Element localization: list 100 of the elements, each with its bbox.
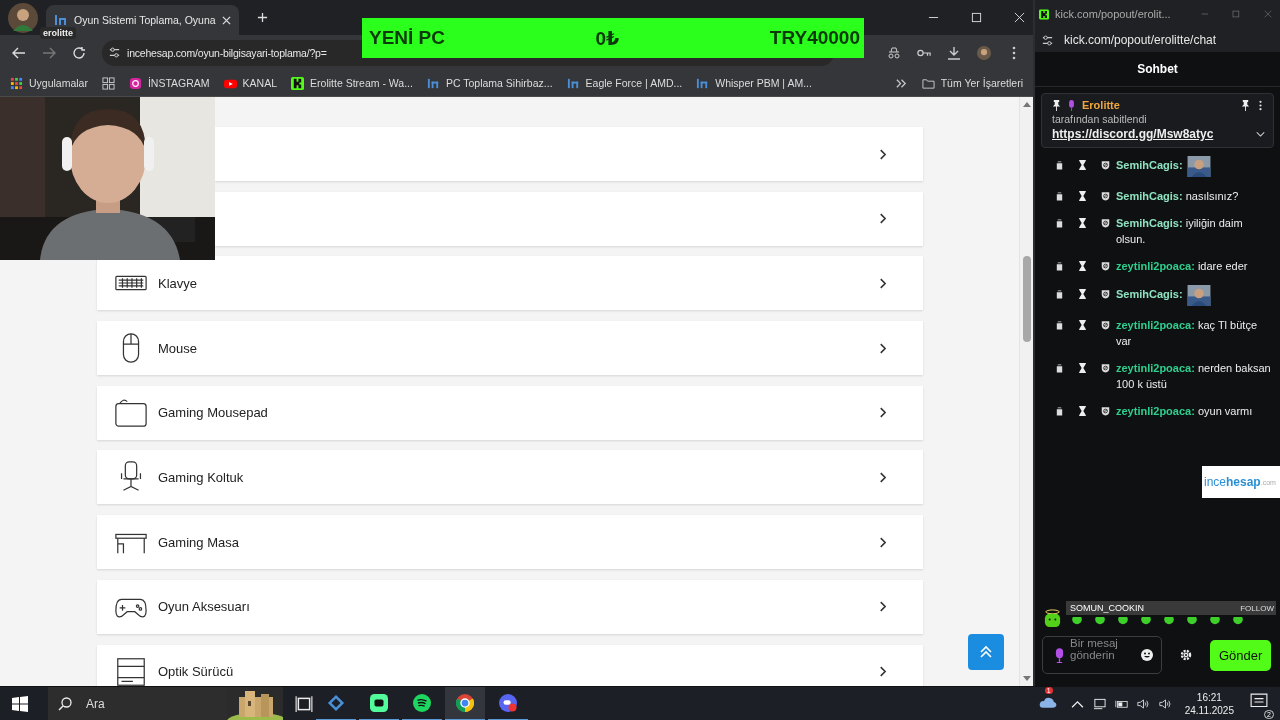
clock-time[interactable]: 16:21 <box>1196 691 1222 704</box>
hourglass-icon[interactable] <box>1078 191 1087 201</box>
delete-icon[interactable] <box>1055 289 1064 300</box>
delete-icon[interactable] <box>1055 261 1064 271</box>
kick-icon <box>1039 7 1050 21</box>
category-row[interactable]: Gaming Koltuk <box>97 450 923 505</box>
ban-icon[interactable] <box>1101 160 1110 171</box>
avatar-icon[interactable] <box>8 2 38 33</box>
emote-icon[interactable] <box>1070 617 1084 625</box>
delete-icon[interactable] <box>1055 320 1064 330</box>
chat-message: zeytinli2poaca: idare eder <box>1116 259 1249 274</box>
chevron-up-icon[interactable] <box>1070 698 1084 710</box>
emote-icon[interactable] <box>1162 617 1176 625</box>
ban-icon[interactable] <box>1101 363 1110 373</box>
chevron-icon <box>879 601 886 613</box>
hourglass-icon[interactable] <box>1078 289 1087 300</box>
category-row[interactable]: Optik Sürücü <box>97 644 923 686</box>
chevron-icon <box>879 148 886 160</box>
delete-icon[interactable] <box>1055 191 1064 201</box>
emote-icon[interactable] <box>1208 617 1222 625</box>
delete-icon[interactable] <box>1055 363 1064 373</box>
reload-icon[interactable] <box>72 45 86 60</box>
emoji-icon[interactable] <box>1141 649 1153 661</box>
message-input[interactable]: Bir mesaj gönderin <box>1070 637 1135 673</box>
emote-icon[interactable] <box>1139 617 1153 625</box>
category-row[interactable]: Mouse <box>97 321 923 376</box>
category-row[interactable]: Gaming Masa <box>97 515 923 570</box>
category-row[interactable]: Oyun Aksesuarı <box>97 579 923 634</box>
monitor-icon[interactable] <box>1092 698 1106 710</box>
hourglass-icon[interactable] <box>1078 406 1087 416</box>
start-icon[interactable] <box>12 696 28 712</box>
emote-icon[interactable] <box>1116 617 1130 625</box>
back-icon[interactable] <box>12 45 26 60</box>
message-field[interactable]: Bir mesaj gönderin <box>1042 636 1162 674</box>
hourglass-icon[interactable] <box>1078 218 1087 228</box>
bookmark[interactable]: Uygulamalar <box>10 76 88 90</box>
diamond-app-icon[interactable] <box>327 694 345 712</box>
search-field[interactable]: Ara <box>48 687 283 720</box>
speaker-icon[interactable] <box>1158 698 1172 710</box>
bookmark[interactable]: Eagle Force | AMD... <box>566 76 683 90</box>
bookmark[interactable]: PC Toplama Sihirbaz... <box>426 76 553 90</box>
emote-icon[interactable] <box>1185 617 1199 625</box>
music-app-icon[interactable] <box>413 694 431 712</box>
forward-icon[interactable] <box>42 45 56 60</box>
bookmark[interactable]: Whisper PBM | AM... <box>696 76 812 90</box>
delete-icon[interactable] <box>1055 218 1064 228</box>
bookmark[interactable]: KANAL <box>223 76 278 90</box>
site-settings-icon[interactable] <box>108 46 121 59</box>
scrollbar-thumb[interactable] <box>1022 256 1031 342</box>
hourglass-icon[interactable] <box>1078 363 1087 373</box>
window-title: kick.com/popout/erolit... <box>1055 8 1171 20</box>
chat-username: SemihCagis: <box>1116 159 1183 172</box>
chat-username: SemihCagis: <box>1116 288 1183 301</box>
emote-icon[interactable] <box>1231 617 1245 625</box>
task-view-icon[interactable] <box>295 695 313 713</box>
site-icon <box>54 13 68 27</box>
bookmark[interactable]: Tüm Yer İşaretleri <box>921 76 1023 90</box>
scroll-up-icon[interactable] <box>1022 101 1031 107</box>
category-row[interactable]: Klavye <box>97 256 923 311</box>
speaker-icon[interactable] <box>1136 698 1150 710</box>
category-row[interactable]: Gaming Mousepad <box>97 385 923 440</box>
delete-icon[interactable] <box>1055 406 1064 416</box>
clock-date[interactable]: 24.11.2025 <box>1184 704 1234 717</box>
ban-icon[interactable] <box>1101 289 1110 300</box>
site-settings-icon[interactable] <box>1041 33 1054 47</box>
more-icon[interactable] <box>1256 99 1265 111</box>
pin-icon[interactable] <box>1241 99 1250 111</box>
settings-icon[interactable] <box>1180 649 1192 661</box>
ban-icon[interactable] <box>1101 218 1110 228</box>
chat-message: SemihCagis: iyiliğin daim olsun. <box>1116 216 1244 247</box>
profile-icon[interactable] <box>977 45 991 60</box>
bookmark[interactable]: İNSTAGRAM <box>128 76 210 90</box>
ban-icon[interactable] <box>1101 191 1110 201</box>
hourglass-icon[interactable] <box>1078 160 1087 171</box>
chat-app-icon[interactable] <box>370 694 388 712</box>
download-icon[interactable] <box>947 45 961 60</box>
send-button[interactable]: Gönder <box>1210 639 1272 671</box>
hourglass-icon[interactable] <box>1078 261 1087 271</box>
delete-icon[interactable] <box>1055 160 1064 171</box>
chat-message: zeytinli2poaca: kaç Tl bütçe var <box>1116 318 1259 349</box>
discord-link[interactable]: https://discord.gg/Msw8atyc <box>1052 127 1214 141</box>
ban-icon[interactable] <box>1101 406 1110 416</box>
grid-icon[interactable] <box>101 76 115 90</box>
browser-app-icon[interactable] <box>456 694 474 712</box>
ban-icon[interactable] <box>1101 261 1110 271</box>
bookmark[interactable]: Erolitte Stream - Wa... <box>291 76 413 90</box>
microphone-icon <box>1067 99 1076 111</box>
game-app-icon[interactable] <box>499 694 517 712</box>
new-tab-icon[interactable] <box>256 12 268 23</box>
search-input[interactable]: Ara <box>84 696 168 712</box>
hourglass-icon[interactable] <box>1078 320 1087 330</box>
emote-icon[interactable] <box>1093 617 1107 625</box>
kick-icon <box>291 76 305 90</box>
chat-heading: Sohbet <box>1137 62 1178 76</box>
battery-icon[interactable] <box>1114 698 1128 710</box>
chevron-icon <box>879 407 886 419</box>
emote-icon[interactable] <box>1043 609 1062 628</box>
ban-icon[interactable] <box>1101 320 1110 330</box>
scroll-down-icon[interactable] <box>1022 676 1031 682</box>
incognito-icon[interactable] <box>887 45 901 60</box>
